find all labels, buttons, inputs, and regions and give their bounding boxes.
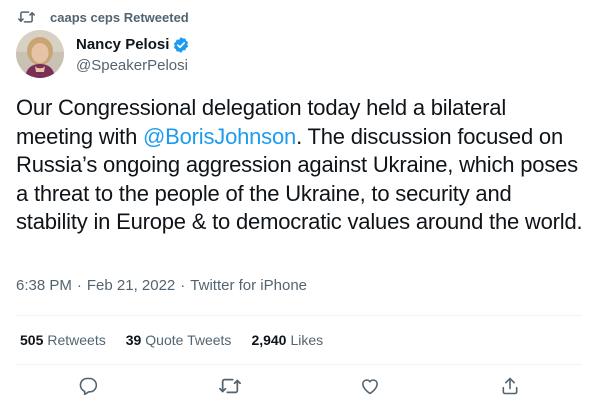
like-icon: [360, 376, 380, 401]
tweet-actions: [0, 376, 598, 404]
retweeted-banner[interactable]: caaps ceps Retweeted: [18, 8, 189, 26]
divider: [16, 315, 582, 316]
retweets-stat[interactable]: 505 Retweets: [20, 332, 106, 348]
tweet-meta: 6:38 PM · Feb 21, 2022 · Twitter for iPh…: [16, 277, 307, 294]
verified-badge-icon: [172, 36, 190, 54]
quote-tweets-label: Quote Tweets: [145, 332, 232, 348]
quote-tweets-count: 39: [125, 332, 142, 348]
tweet-source[interactable]: Twitter for iPhone: [190, 277, 307, 294]
share-icon: [500, 376, 520, 401]
reply-icon: [78, 376, 98, 401]
author-name[interactable]: Nancy Pelosi: [76, 36, 169, 53]
reply-button[interactable]: [76, 376, 100, 400]
retweets-label: Retweets: [47, 332, 106, 348]
tweet-stats: 505 Retweets 39 Quote Tweets 2,940 Likes: [20, 332, 343, 348]
tweet-text: Our Congressional delegation today held …: [16, 94, 588, 237]
tweet-author: Nancy Pelosi @SpeakerPelosi: [16, 30, 190, 78]
divider: [16, 364, 582, 365]
retweet-icon: [219, 376, 241, 401]
likes-label: Likes: [290, 332, 324, 348]
author-handle[interactable]: @SpeakerPelosi: [76, 57, 190, 74]
retweet-icon: [18, 8, 36, 26]
like-button[interactable]: [358, 376, 382, 400]
retweets-count: 505: [20, 332, 44, 348]
separator: ·: [180, 277, 186, 294]
tweet-time[interactable]: 6:38 PM: [16, 277, 72, 294]
share-button[interactable]: [498, 376, 522, 400]
tweet-date[interactable]: Feb 21, 2022: [87, 277, 175, 294]
likes-stat[interactable]: 2,940 Likes: [251, 332, 323, 348]
retweet-button[interactable]: [218, 376, 242, 400]
separator: ·: [76, 277, 82, 294]
avatar[interactable]: [16, 30, 64, 78]
likes-count: 2,940: [251, 332, 287, 348]
retweeted-by-text: caaps ceps Retweeted: [50, 9, 189, 25]
mention-link[interactable]: @BorisJohnson: [143, 124, 296, 149]
quote-tweets-stat[interactable]: 39 Quote Tweets: [126, 332, 232, 348]
